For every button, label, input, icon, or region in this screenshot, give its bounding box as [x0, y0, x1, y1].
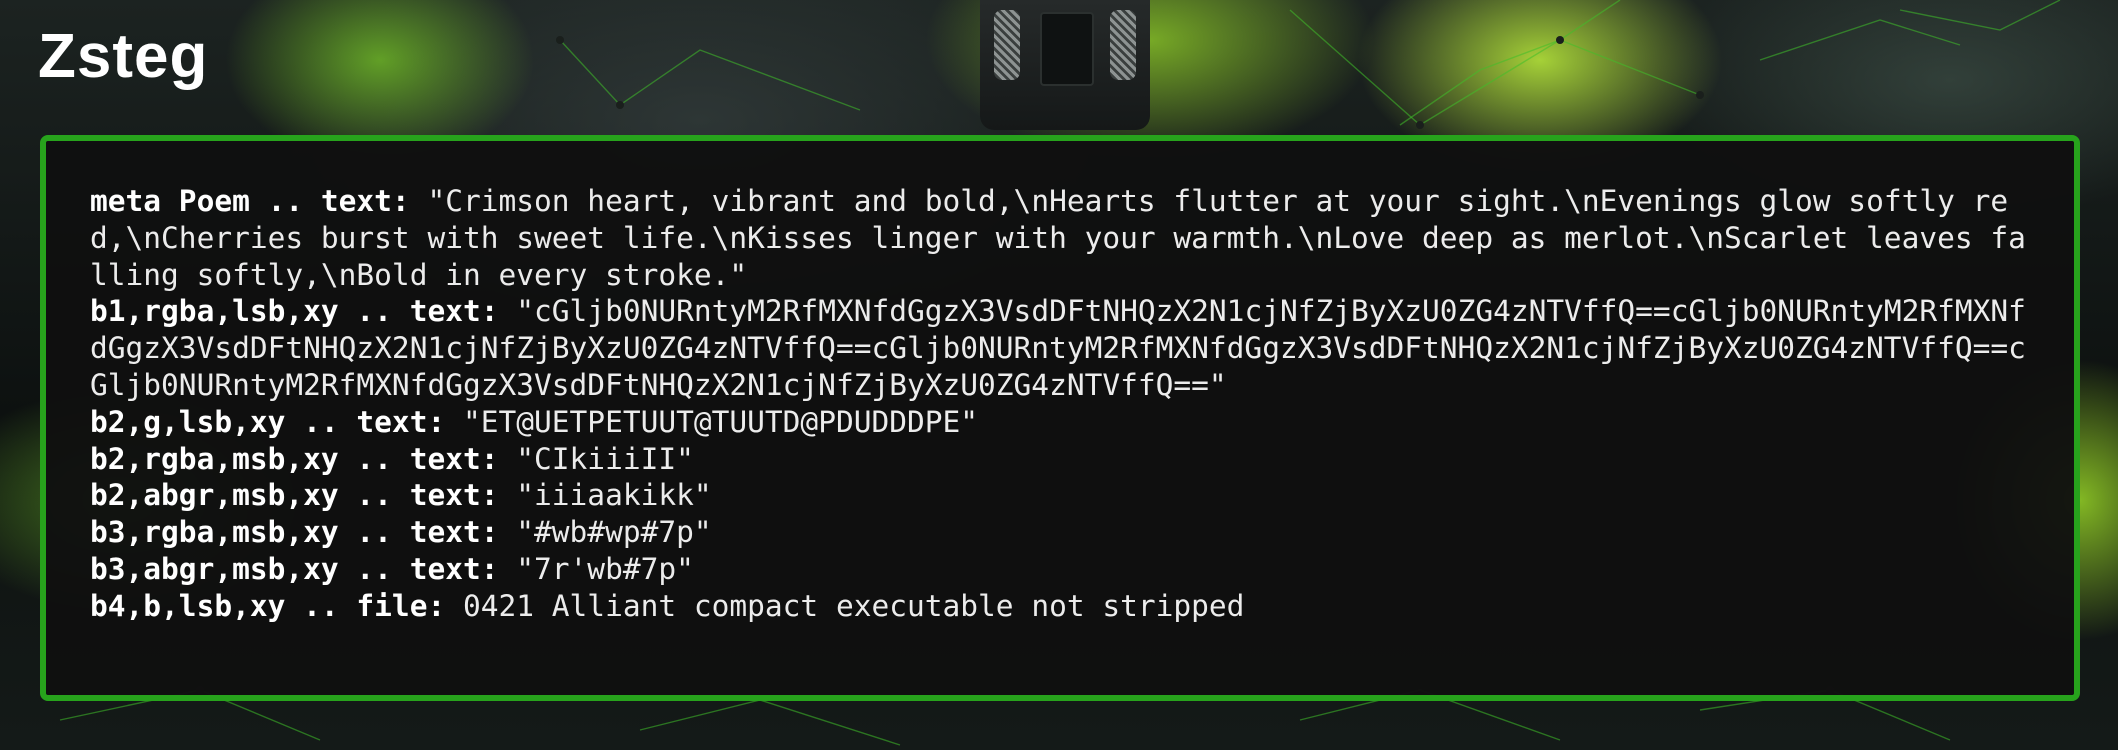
output-key: b3,abgr,msb,xy .. text:	[90, 551, 499, 586]
output-key: b2,abgr,msb,xy .. text:	[90, 478, 499, 513]
output-line-b2-rgba-msb-xy: b2,rgba,msb,xy .. text: "CIkiiiII"	[90, 441, 2034, 478]
output-key: b1,rgba,lsb,xy .. text:	[90, 294, 499, 329]
output-key: b2,rgba,msb,xy .. text:	[90, 441, 499, 476]
page-title: Zsteg	[38, 22, 209, 91]
output-line-b3-abgr-msb-xy: b3,abgr,msb,xy .. text: "7r'wb#7p"	[90, 551, 2034, 588]
output-value: "#wb#wp#7p"	[498, 515, 712, 550]
output-key: meta Poem .. text:	[90, 184, 410, 218]
output-line-b1-rgba-lsb-xy: b1,rgba,lsb,xy .. text: "cGljb0NURntyM2R…	[90, 293, 2034, 403]
output-line-b2-abgr-msb-xy: b2,abgr,msb,xy .. text: "iiiaakikk"	[90, 477, 2034, 514]
output-line-meta-poem: meta Poem .. text: "Crimson heart, vibra…	[90, 183, 2034, 293]
output-value: "CIkiiiII"	[498, 441, 694, 476]
output-key: b4,b,lsb,xy .. file:	[90, 588, 446, 623]
output-key: b2,g,lsb,xy .. text:	[90, 404, 446, 439]
output-key: b3,rgba,msb,xy .. text:	[90, 515, 499, 550]
output-value: "ET@UETPETUUT@TUUTD@PDUDDDPE"	[445, 404, 979, 439]
output-value: 0421 Alliant compact executable not stri…	[445, 588, 1245, 623]
output-line-b4-b-lsb-xy: b4,b,lsb,xy .. file: 0421 Alliant compac…	[90, 588, 2034, 625]
output-value: "7r'wb#7p"	[498, 551, 694, 586]
output-line-b3-rgba-msb-xy: b3,rgba,msb,xy .. text: "#wb#wp#7p"	[90, 514, 2034, 551]
output-value: "iiiaakikk"	[498, 478, 712, 513]
output-line-b2-g-lsb-xy: b2,g,lsb,xy .. text: "ET@UETPETUUT@TUUTD…	[90, 404, 2034, 441]
output-panel: meta Poem .. text: "Crimson heart, vibra…	[40, 135, 2080, 701]
